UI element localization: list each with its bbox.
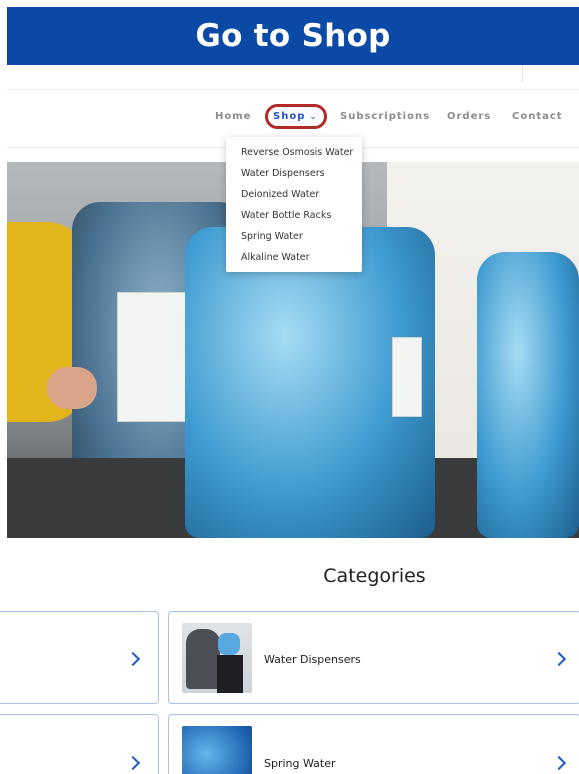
banner-title: Go to Shop <box>195 18 391 54</box>
category-label: Water Dispensers <box>264 653 361 666</box>
categories-heading: Categories <box>323 565 426 587</box>
chevron-right-icon <box>551 651 567 667</box>
menu-item-spring-water[interactable]: Spring Water <box>226 229 362 250</box>
thumb-dispenser <box>217 655 243 693</box>
spring-water-thumbnail <box>182 726 252 774</box>
chevron-right-icon <box>125 651 141 667</box>
utility-divider <box>522 66 523 82</box>
category-card-left-1[interactable] <box>0 611 159 704</box>
chevron-right-icon <box>551 755 567 771</box>
category-card-water-dispensers[interactable]: Water Dispensers <box>168 611 579 704</box>
hero-bottle-label-2 <box>392 337 422 417</box>
thumb-jug <box>218 633 240 655</box>
go-to-shop-banner: Go to Shop <box>7 7 579 65</box>
shop-dropdown-menu: Reverse Osmosis Water Water Dispensers D… <box>226 137 362 272</box>
hero-bottle-label <box>117 292 187 422</box>
nav-subscriptions-link[interactable]: Subscriptions <box>340 111 430 122</box>
nav-shop-label: Shop <box>273 111 306 122</box>
chevron-down-icon: ⌄ <box>309 112 318 122</box>
menu-item-water-bottle-racks[interactable]: Water Bottle Racks <box>226 208 362 229</box>
hero-hand <box>47 367 97 409</box>
menu-item-water-dispensers[interactable]: Water Dispensers <box>226 166 362 187</box>
water-dispenser-thumbnail <box>182 623 252 693</box>
chevron-right-icon <box>125 755 141 771</box>
menu-item-reverse-osmosis-water[interactable]: Reverse Osmosis Water <box>226 145 362 166</box>
top-utility-bar <box>7 66 579 90</box>
category-card-left-2[interactable] <box>0 714 159 774</box>
menu-item-alkaline-water[interactable]: Alkaline Water <box>226 250 362 271</box>
hero-bottle-right <box>477 252 579 538</box>
nav-contact-link[interactable]: Contact <box>512 111 563 122</box>
nav-orders-link[interactable]: Orders <box>447 111 491 122</box>
nav-shop-link[interactable]: Shop ⌄ <box>273 111 318 122</box>
nav-home-link[interactable]: Home <box>215 111 251 122</box>
category-card-spring-water[interactable]: Spring Water <box>168 714 579 774</box>
category-label: Spring Water <box>264 757 336 770</box>
menu-item-deionized-water[interactable]: Deionized Water <box>226 187 362 208</box>
thumb-person <box>186 629 220 689</box>
